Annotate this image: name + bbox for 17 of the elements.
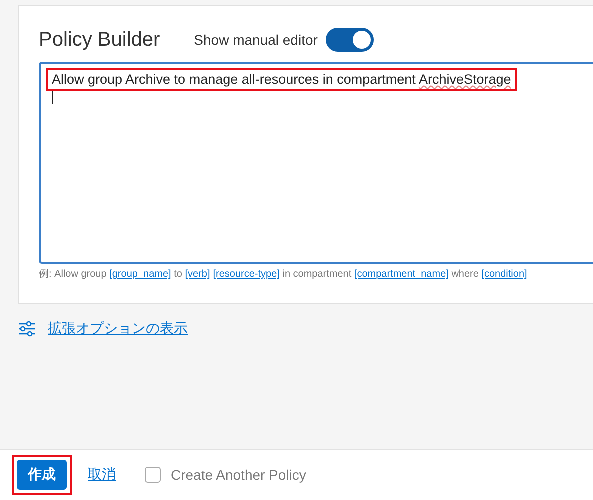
syntax-hint: 例: Allow group [group_name] to [verb] [resource-type] in compartment [compartment_name] where [condition] [39,268,528,281]
panel-title: Policy Builder [39,28,160,52]
hint-link[interactable]: [verb] [185,269,210,280]
toggle-switch[interactable] [326,28,374,52]
sliders-icon [18,321,36,337]
checkbox-label: Create Another Policy [171,467,306,483]
checkbox[interactable] [145,467,161,483]
hint-link[interactable]: [condition] [482,269,528,280]
policy-statement-text: Allow group Archive to manage all-resources in compartment ArchiveStorage [46,68,518,91]
advanced-options-link[interactable]: 拡張オプションの表示 [48,320,188,338]
hint-link[interactable]: [resource-type] [213,269,280,280]
toggle-label: Show manual editor [194,32,318,48]
cancel-link[interactable]: 取消 [88,466,116,484]
hint-link[interactable]: [compartment_name] [354,269,449,280]
hint-link[interactable]: [group_name] [110,269,172,280]
create-button[interactable]: 作成 [17,460,67,490]
policy-editor-field[interactable]: Allow group Archive to manage all-resources in compartment ArchiveStorage [39,62,593,264]
